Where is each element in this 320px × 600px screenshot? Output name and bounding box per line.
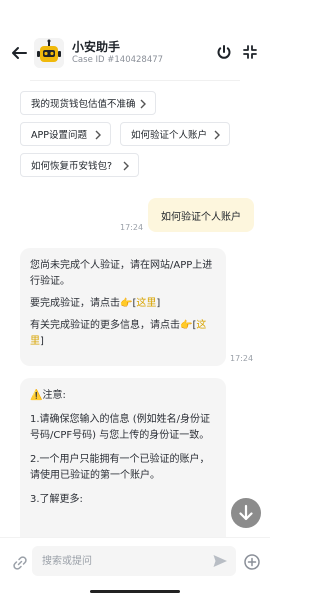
chat-header: 小安助手 Case ID #140428477 bbox=[0, 0, 270, 82]
bot-message-bubble: ⚠️注意: 1.请确保您输入的信息 (例如姓名/身份证号码/CPF号码) 与您上… bbox=[20, 378, 226, 548]
verify-here-link[interactable]: 这里 bbox=[136, 298, 156, 309]
message-timestamp: 17:24 bbox=[230, 354, 254, 363]
chevron-right-icon bbox=[214, 130, 220, 140]
suggestion-chip[interactable]: 我的现货钱包估值不准确 bbox=[20, 91, 156, 115]
user-message-text: 如何验证个人账户 bbox=[161, 211, 241, 223]
send-icon[interactable] bbox=[212, 553, 228, 569]
notice-heading: ⚠️注意: bbox=[30, 390, 66, 401]
suggestion-chip[interactable]: 如何恢复币安钱包? bbox=[20, 153, 139, 177]
collapse-icon[interactable] bbox=[242, 44, 258, 60]
suggestion-chip[interactable]: APP设置问题 bbox=[20, 122, 111, 146]
suggestion-label: 如何验证个人账户 bbox=[131, 130, 208, 141]
bot-message-line: 要完成验证，请点击👉[这里] bbox=[30, 298, 161, 309]
scroll-to-bottom-button[interactable] bbox=[231, 498, 261, 528]
arrow-down-icon bbox=[239, 504, 253, 521]
home-indicator bbox=[90, 590, 180, 593]
assistant-name: 小安助手 bbox=[72, 40, 121, 54]
bot-message-line: 您尚未完成个人验证，请在网站/APP上进行验证。 bbox=[30, 260, 213, 287]
user-message-bubble: 如何验证个人账户 bbox=[148, 198, 254, 232]
chevron-right-icon bbox=[123, 161, 129, 171]
power-icon[interactable] bbox=[216, 44, 232, 60]
chevron-right-icon bbox=[95, 130, 101, 140]
suggestion-label: 我的现货钱包估值不准确 bbox=[31, 99, 136, 110]
chevron-right-icon bbox=[140, 99, 146, 109]
link-icon[interactable] bbox=[12, 555, 28, 571]
notice-item: 1.请确保您输入的信息 (例如姓名/身份证号码/CPF号码) 与您上传的身份证一… bbox=[30, 414, 210, 441]
message-timestamp: 17:24 bbox=[120, 223, 144, 232]
back-arrow-icon[interactable] bbox=[10, 44, 28, 62]
search-input[interactable] bbox=[32, 546, 236, 576]
suggestion-label: APP设置问题 bbox=[31, 130, 87, 141]
case-id: Case ID #140428477 bbox=[72, 55, 164, 65]
bot-message-bubble: 您尚未完成个人验证，请在网站/APP上进行验证。 要完成验证，请点击👉[这里] … bbox=[20, 248, 226, 366]
notice-item: 2.一个用户只能拥有一个已验证的账户，请使用已验证的第一个账户。 bbox=[30, 454, 210, 481]
bot-message-line: 有关完成验证的更多信息，请点击👉[这里] bbox=[30, 320, 207, 347]
suggestion-chip[interactable]: 如何验证个人账户 bbox=[120, 122, 230, 146]
robot-avatar-icon bbox=[34, 38, 64, 68]
notice-item: 3.了解更多: bbox=[30, 494, 83, 505]
suggestion-label: 如何恢复币安钱包? bbox=[31, 161, 113, 172]
plus-icon[interactable] bbox=[244, 554, 260, 570]
header-divider bbox=[30, 80, 240, 81]
